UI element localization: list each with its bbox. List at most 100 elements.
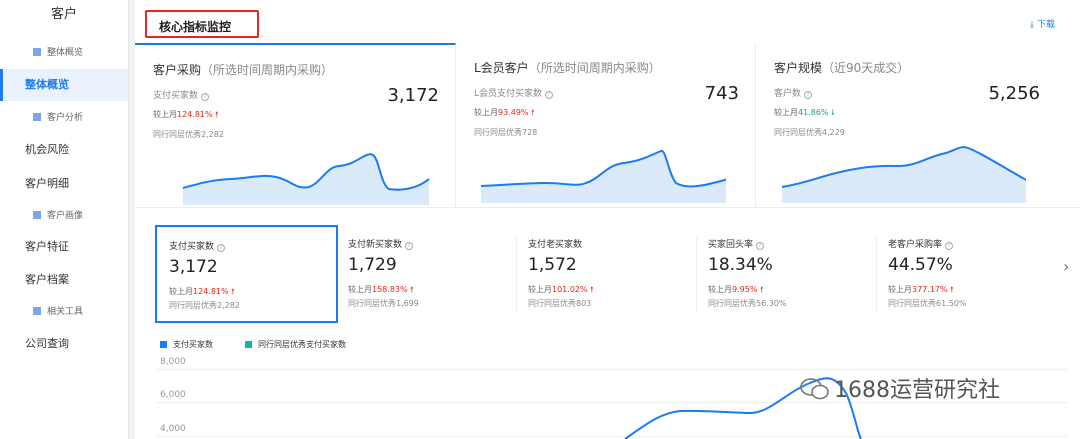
- sidebar-item-opportunity-risk[interactable]: 机会风险: [0, 141, 128, 157]
- kpi-repeat-rate[interactable]: 买家回头率? 18.34% 较上月9.95% 🠕 同行同层优秀56.30%: [696, 225, 879, 323]
- card-peer: 同行同层优秀4,229: [774, 128, 845, 137]
- kpi-peer: 同行同层优秀803: [528, 299, 592, 308]
- kpi-label-text: 支付买家数: [169, 242, 215, 252]
- kpi-label: 买家回头率?: [708, 237, 765, 250]
- card-value: 3,172: [387, 85, 439, 106]
- compare-prefix: 较上月: [474, 108, 498, 117]
- download-button[interactable]: ⤓ 下载: [1030, 17, 1055, 30]
- sparkline-chart: [781, 146, 1026, 203]
- help-icon[interactable]: ?: [201, 93, 210, 101]
- kpi-label-text: 支付新买家数: [348, 240, 403, 250]
- arrow-up-icon: 🠕: [215, 110, 219, 119]
- sidebar-item[interactable]: 客户画像: [0, 208, 128, 221]
- card-value: 5,256: [988, 83, 1040, 104]
- legend-label: 支付买家数: [173, 340, 213, 349]
- main-panel: 核心指标监控 ⤓ 下载 客户采购（所选时间周期内采购） 支付买家数? 3,172 …: [135, 0, 1080, 439]
- sidebar-item-customer-feature[interactable]: 客户特征: [0, 238, 128, 254]
- help-icon[interactable]: ?: [756, 242, 765, 250]
- legend-swatch: [160, 341, 167, 348]
- arrow-down-icon: 🠗: [831, 108, 835, 117]
- sidebar: 客户 整体概览 整体概览 客户分析 机会风险 客户明细 客户画像 客户特征 客户…: [0, 0, 129, 439]
- sidebar-item-customer-detail[interactable]: 客户明细: [0, 175, 128, 191]
- sidebar-item-label: 机会风险: [25, 143, 69, 156]
- sparkline-chart: [182, 153, 430, 205]
- card-label-text: 支付买家数: [153, 91, 199, 101]
- compare-prefix: 较上月: [153, 110, 177, 119]
- sidebar-item[interactable]: 整体概览: [0, 45, 128, 58]
- kpi-peer: 同行同层优秀61.50%: [888, 299, 967, 308]
- sidebar-item-label: 客户档案: [25, 273, 69, 286]
- sidebar-item-label: 公司查询: [25, 337, 69, 350]
- compare-prefix: 较上月: [774, 108, 798, 117]
- kpi-paid-buyers[interactable]: 支付买家数? 3,172 较上月124.81% 🠕 同行同层优秀2,282: [155, 225, 338, 323]
- legend-label: 同行同层优秀支付买家数: [258, 340, 346, 349]
- arrow-up-icon: 🠕: [531, 108, 535, 117]
- kpi-peer: 同行同层优秀1,699: [348, 299, 419, 308]
- kpi-old-customer-rate[interactable]: 老客户采购率? 44.57% 较上月377.17% 🠕 同行同层优秀61.50%: [876, 225, 1059, 323]
- help-icon[interactable]: ?: [804, 91, 813, 99]
- compare-prefix: 较上月: [888, 285, 912, 294]
- kpi-label: 老客户采购率?: [888, 237, 954, 250]
- card-peer: 同行同层优秀2,282: [153, 130, 224, 139]
- download-label: 下载: [1036, 20, 1055, 30]
- sidebar-item-overview[interactable]: 整体概览: [0, 69, 128, 101]
- metric-card-customer-scale[interactable]: 客户规模（近90天成交） 客户数? 5,256 较上月41.86% 🠗 同行同层…: [756, 43, 1080, 208]
- legend-item[interactable]: 同行同层优秀支付买家数: [245, 339, 346, 350]
- kpi-compare: 较上月101.02% 🠕: [528, 284, 594, 298]
- legend-item[interactable]: 支付买家数: [160, 339, 213, 350]
- compare-value: 93.49%: [498, 108, 529, 117]
- kpi-compare: 较上月9.95% 🠕: [708, 284, 763, 298]
- kpi-peer: 同行同层优秀56.30%: [708, 299, 787, 308]
- kpi-label: 支付老买家数: [528, 237, 582, 250]
- arrow-up-icon: 🠕: [950, 285, 954, 294]
- help-icon[interactable]: ?: [545, 91, 554, 99]
- kpi-value: 44.57%: [888, 255, 953, 275]
- card-compare: 较上月124.81% 🠕: [153, 109, 219, 123]
- metric-card-l-member[interactable]: L会员客户（所选时间周期内采购） L会员支付买家数? 743 较上月93.49%…: [456, 43, 756, 208]
- compare-prefix: 较上月: [169, 287, 193, 296]
- sidebar-item-label: 整体概览: [47, 48, 84, 58]
- page-title: 核心指标监控: [159, 20, 232, 34]
- sidebar-title: 客户: [50, 7, 77, 22]
- arrow-up-icon: 🠕: [759, 285, 764, 294]
- sidebar-item-customer-archive[interactable]: 客户档案: [0, 271, 128, 287]
- kpi-new-buyers[interactable]: 支付新买家数? 1,729 较上月158.83% 🠕 同行同层优秀1,699: [336, 225, 519, 323]
- sidebar-item-company-query[interactable]: 公司查询: [0, 335, 128, 351]
- sidebar-item-label: 整体概览: [25, 78, 69, 91]
- wechat-icon: [800, 378, 829, 400]
- chart-icon: [33, 307, 41, 315]
- sidebar-item-label: 客户特征: [25, 240, 69, 253]
- card-value: 743: [704, 83, 739, 104]
- card-compare: 较上月41.86% 🠗: [774, 107, 835, 121]
- kpi-label: 支付买家数?: [169, 239, 226, 252]
- card-label: L会员支付买家数?: [474, 86, 554, 99]
- legend-swatch: [245, 341, 252, 348]
- kpi-old-buyers[interactable]: 支付老买家数 1,572 较上月101.02% 🠕 同行同层优秀803: [516, 225, 699, 323]
- sidebar-item-label: 客户分析: [47, 113, 84, 123]
- kpi-label-text: 老客户采购率: [888, 240, 943, 250]
- kpi-compare: 较上月124.81% 🠕: [169, 286, 235, 300]
- chevron-right-icon[interactable]: ›: [1063, 257, 1069, 276]
- card-label-text: L会员支付买家数: [474, 89, 543, 99]
- compare-prefix: 较上月: [348, 285, 372, 294]
- chart-icon: [33, 48, 41, 56]
- card-title: L会员客户（所选时间周期内采购）: [474, 59, 661, 76]
- help-icon[interactable]: ?: [945, 242, 954, 250]
- kpi-label: 支付新买家数?: [348, 237, 414, 250]
- card-subtitle: （所选时间周期内采购）: [528, 61, 661, 75]
- card-compare: 较上月93.49% 🠕: [474, 107, 535, 121]
- card-subtitle: （所选时间周期内采购）: [201, 63, 334, 77]
- arrow-up-icon: 🠕: [590, 285, 594, 294]
- arrow-up-icon: 🠕: [231, 287, 235, 296]
- card-title: 客户采购（所选时间周期内采购）: [153, 61, 333, 78]
- sidebar-item[interactable]: 客户分析: [0, 110, 128, 123]
- help-icon[interactable]: ?: [405, 242, 414, 250]
- sidebar-item[interactable]: 相关工具: [0, 304, 128, 317]
- metric-card-customer-purchase[interactable]: 客户采购（所选时间周期内采购） 支付买家数? 3,172 较上月124.81% …: [135, 43, 456, 208]
- chart-icon: [33, 211, 41, 219]
- watermark-text: 1688运营研究社: [834, 378, 1000, 403]
- compare-value: 124.81%: [193, 287, 229, 296]
- sidebar-item-label: 相关工具: [47, 307, 84, 317]
- help-icon[interactable]: ?: [217, 244, 226, 252]
- card-title-text: L会员客户: [474, 61, 529, 75]
